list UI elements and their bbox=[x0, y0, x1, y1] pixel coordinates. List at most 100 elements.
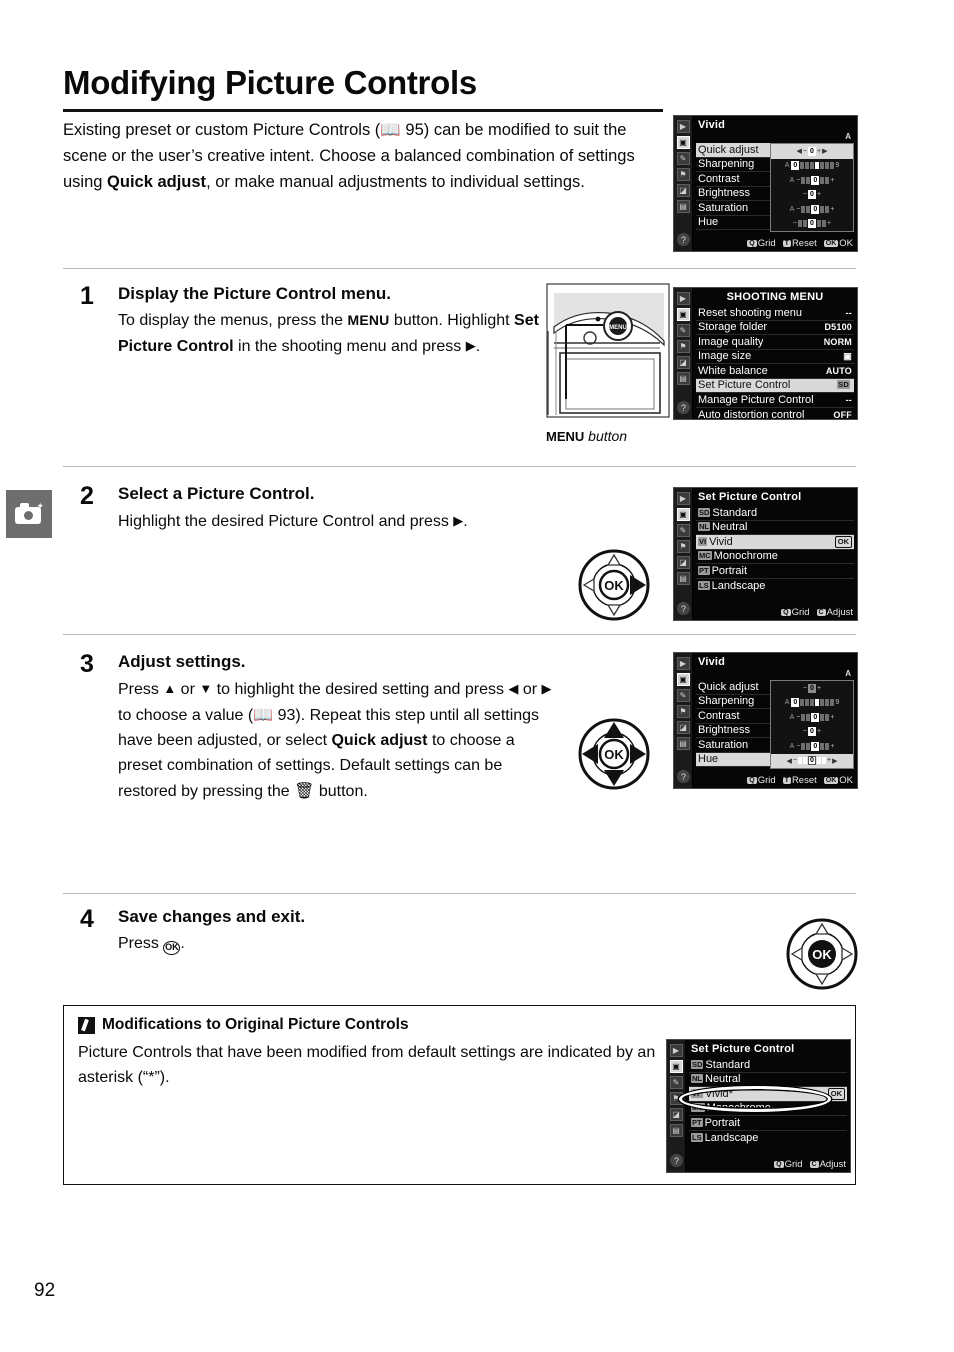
meter-value: 0 bbox=[808, 146, 816, 156]
step-text: to highlight the desired setting and pre… bbox=[212, 681, 509, 698]
row-label: Neutral bbox=[712, 521, 748, 534]
footer-grid[interactable]: Q Grid bbox=[747, 775, 776, 786]
footer-adjust[interactable]: C Adjust bbox=[816, 607, 853, 618]
shooting-menu-icon: ▣ bbox=[676, 508, 690, 521]
lcd-row-standard[interactable]: SD Standard bbox=[696, 506, 854, 521]
picture-control-tag: MC bbox=[698, 551, 712, 561]
lcd-row-monochrome[interactable]: MC Monochrome bbox=[696, 550, 854, 564]
left-arrow-icon: ◀ bbox=[508, 681, 519, 696]
lcd-footer: Q Grid C Adjust bbox=[696, 607, 853, 618]
caption-button-word: button bbox=[584, 428, 628, 444]
lcd-row-monochrome[interactable]: MC Monochrome bbox=[689, 1102, 847, 1116]
meter-value: 0 bbox=[811, 712, 820, 722]
intro-text-a: Existing preset or custom Picture Contro… bbox=[63, 121, 381, 139]
row-label: Sharpening bbox=[698, 695, 755, 708]
step-heading: Adjust settings. bbox=[118, 652, 246, 671]
multi-selector-all-directions[interactable]: OK bbox=[572, 712, 656, 801]
footer-reset[interactable]: T Reset bbox=[782, 775, 817, 786]
question-mark-icon: ? bbox=[677, 233, 690, 246]
footer-grid[interactable]: Q Grid bbox=[747, 238, 776, 249]
retouch-icon: ◪ bbox=[676, 556, 690, 569]
lcd-title: Vivid bbox=[698, 656, 726, 668]
meter-contrast[interactable]: A −0 + bbox=[771, 173, 853, 188]
lcd-row-vivid[interactable]: VI Vivid OK bbox=[696, 535, 854, 550]
lcd-row-white-balance[interactable]: White balance AUTO bbox=[696, 364, 854, 379]
meter-value: 0 bbox=[808, 756, 816, 766]
row-label: Manage Picture Control bbox=[698, 393, 814, 406]
recent-settings-icon: ▤ bbox=[676, 572, 690, 585]
retouch-icon: ◪ bbox=[676, 184, 690, 197]
meter-hue[interactable]: ◀ −0 + ▶ bbox=[771, 753, 853, 768]
recent-settings-icon: ▤ bbox=[676, 737, 690, 750]
shooting-menu-icon: ▣ bbox=[676, 673, 690, 686]
multi-selector-right[interactable]: OK bbox=[572, 543, 656, 632]
lcd-row-set-picture-control[interactable]: Set Picture Control SD bbox=[696, 378, 854, 393]
caption-menu-word: MENU bbox=[546, 429, 585, 444]
footer-ok[interactable]: OK OK bbox=[823, 238, 853, 249]
step-number: 1 bbox=[80, 282, 94, 310]
right-arrow-icon: ▶ bbox=[465, 338, 476, 353]
intro-text-c: , or make manual adjustments to individu… bbox=[206, 173, 585, 191]
lcd-row-list: Reset shooting menu -- Storage folder D510… bbox=[696, 306, 854, 419]
question-mark-icon: ? bbox=[677, 602, 690, 615]
note-title: Modifications to Original Picture Contro… bbox=[78, 1016, 409, 1034]
lcd-row-landscape[interactable]: LS Landscape bbox=[696, 579, 854, 594]
lcd-row-landscape[interactable]: LS Landscape bbox=[689, 1131, 847, 1146]
multi-selector-ok[interactable]: OK bbox=[780, 912, 864, 1001]
lcd-row-standard[interactable]: SD Standard bbox=[689, 1058, 847, 1073]
row-value: -- bbox=[845, 307, 852, 318]
meter-brightness[interactable]: −0 + bbox=[771, 188, 853, 203]
meter-saturation[interactable]: A −0 + bbox=[771, 202, 853, 217]
value-meters: −0 + A09 A −0 + −0 + A −0 + ◀ −0 + ▶ bbox=[770, 680, 854, 769]
row-label: Landscape bbox=[704, 1131, 759, 1144]
footer-ok[interactable]: OK OK bbox=[823, 775, 853, 786]
lcd-row-portrait[interactable]: PT Portrait bbox=[696, 564, 854, 579]
meter-saturation[interactable]: A −0 + bbox=[771, 739, 853, 754]
step-text: Press bbox=[118, 935, 164, 952]
picture-control-tag: SD bbox=[691, 1059, 704, 1069]
right-arrow-icon: ▶ bbox=[453, 513, 464, 528]
footer-grid[interactable]: Q Grid bbox=[781, 607, 810, 618]
lcd-title: Set Picture Control bbox=[698, 491, 802, 503]
lcd-row-reset-shooting-menu[interactable]: Reset shooting menu -- bbox=[696, 306, 854, 321]
meter-hue[interactable]: −0 + bbox=[771, 217, 853, 232]
footer-reset[interactable]: T Reset bbox=[782, 238, 817, 249]
meter-quick-adjust[interactable]: ◀ −0 + ▶ bbox=[771, 144, 853, 159]
lcd-row-image-quality[interactable]: Image quality NORM bbox=[696, 335, 854, 350]
down-arrow-icon: ▼ bbox=[199, 681, 213, 696]
lcd-row-vivid-modified[interactable]: VI* Vivid* OK bbox=[689, 1087, 847, 1102]
meter-sharpening[interactable]: A09 bbox=[771, 159, 853, 174]
meter-contrast[interactable]: A −0 + bbox=[771, 710, 853, 725]
lcd-row-manage-picture-control[interactable]: Manage Picture Control -- bbox=[696, 393, 854, 408]
picture-control-tag: VI bbox=[698, 536, 708, 546]
footer-grid[interactable]: Q Grid bbox=[774, 1159, 803, 1170]
row-value: D5100 bbox=[824, 322, 852, 333]
meter-brightness[interactable]: −0 + bbox=[771, 725, 853, 740]
lcd-row-neutral[interactable]: NL Neutral bbox=[689, 1073, 847, 1087]
lcd-sidebar: ▶ ▣ ✎ ⚑ ◪ ▤ ? bbox=[674, 116, 693, 251]
shooting-menu-icon: ▣ bbox=[676, 308, 690, 321]
row-value: AUTO bbox=[825, 365, 852, 376]
step-body: Highlight the desired Picture Control an… bbox=[118, 508, 550, 534]
row-label: Neutral bbox=[705, 1073, 741, 1086]
divider bbox=[63, 893, 856, 894]
lcd-row-neutral[interactable]: NL Neutral bbox=[696, 521, 854, 535]
intro-bold-quick-adjust: Quick adjust bbox=[107, 173, 207, 191]
manual-page: ✦ Modifying Picture Controls Existing pr… bbox=[0, 0, 954, 1352]
row-label: Monochrome bbox=[706, 1102, 771, 1115]
meter-sharpening[interactable]: A09 bbox=[771, 696, 853, 711]
playback-icon: ▶ bbox=[676, 657, 690, 670]
lcd-sidebar: ▶ ▣ ✎ ⚑ ◪ ▤ ? bbox=[674, 488, 693, 620]
step-ref-page: 93 bbox=[277, 707, 296, 724]
meter-quick-adjust[interactable]: −0 + bbox=[771, 681, 853, 696]
lcd-row-auto-distortion-control[interactable]: Auto distortion control OFF bbox=[696, 408, 854, 419]
row-label: Set Picture Control bbox=[698, 379, 791, 392]
right-arrow-icon: ▶ bbox=[541, 681, 552, 696]
playback-icon: ▶ bbox=[676, 492, 690, 505]
lcd-row-portrait[interactable]: PT Portrait bbox=[689, 1116, 847, 1131]
row-label: Quick adjust bbox=[698, 143, 759, 156]
lcd-row-image-size[interactable]: Image size ▣ bbox=[696, 350, 854, 364]
footer-adjust[interactable]: C Adjust bbox=[809, 1159, 846, 1170]
lcd-row-storage-folder[interactable]: Storage folder D5100 bbox=[696, 321, 854, 335]
lcd-title: SHOOTING MENU bbox=[726, 291, 824, 303]
